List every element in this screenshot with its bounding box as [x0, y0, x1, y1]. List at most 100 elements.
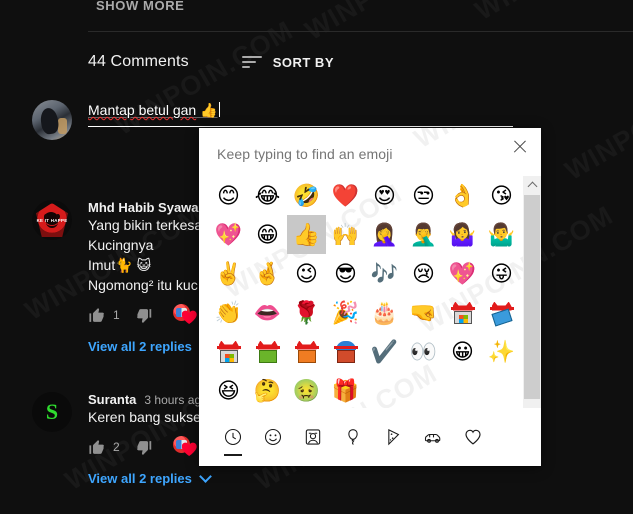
emoji-cell[interactable]: 🤢 — [287, 371, 326, 410]
thumbs-down-icon[interactable] — [136, 439, 153, 456]
comment-actions: 2 — [88, 436, 210, 458]
emoji-cell[interactable]: 😍 — [365, 176, 404, 215]
pizza-icon — [383, 427, 403, 447]
clock-icon — [223, 427, 243, 447]
emoji-cell[interactable]: 👄 — [248, 293, 287, 332]
emoji-cell-ninjacat[interactable] — [287, 332, 326, 371]
thumbs-up-icon[interactable] — [88, 307, 105, 324]
emoji-tab-food[interactable] — [373, 417, 413, 457]
emoji-cell[interactable]: ✨ — [482, 332, 521, 371]
emoji-cell[interactable]: 🤜 — [404, 293, 443, 332]
emoji-cell[interactable]: 🎂 — [365, 293, 404, 332]
avatar[interactable]: S — [32, 392, 72, 432]
emoji-cell[interactable]: 👏 — [209, 293, 248, 332]
emoji-cell[interactable]: 😀 — [443, 332, 482, 371]
emoji-tab-smileys[interactable] — [253, 417, 293, 457]
smiley-icon — [263, 427, 283, 447]
comment-text-line: Keren bang sukse — [88, 409, 201, 425]
sort-by-label: SORT BY — [272, 54, 334, 70]
emoji-cell-ninjacat[interactable] — [209, 332, 248, 371]
emoji-cell[interactable]: ✔️ — [365, 332, 404, 371]
comment-meta: Suranta 3 hours ago — [88, 392, 210, 407]
emoji-cell[interactable]: 🤞 — [248, 254, 287, 293]
emoji-cell[interactable]: 😁 — [248, 215, 287, 254]
emoji-cell[interactable]: 😢 — [404, 254, 443, 293]
creator-heart-icon[interactable] — [172, 304, 199, 326]
scrollbar-thumb[interactable] — [524, 195, 540, 399]
emoji-cell-selected[interactable]: 👍 — [287, 215, 326, 254]
emoji-cell[interactable]: 🤷‍♀️ — [443, 215, 482, 254]
emoji-cell[interactable]: 😂 — [248, 176, 287, 215]
panel-bottom-edge — [199, 466, 541, 467]
emoji-cell-ninjacat[interactable] — [443, 293, 482, 332]
comment-meta: Mhd Habib Syawal — [88, 200, 202, 215]
emoji-cell-ninjacat[interactable] — [326, 332, 365, 371]
emoji-cell[interactable]: 🤦‍♀️ — [365, 215, 404, 254]
emoji-cell[interactable]: 🤣 — [287, 176, 326, 215]
comment-author[interactable]: Mhd Habib Syawal — [88, 200, 202, 215]
chevron-up-icon[interactable] — [523, 176, 541, 193]
comment-input[interactable]: Mantap betul gan 👍 — [88, 100, 513, 124]
emoji-cell[interactable]: 🎁 — [326, 371, 365, 410]
close-icon[interactable] — [509, 136, 531, 158]
emoji-cell[interactable]: 😊 — [209, 176, 248, 215]
comment-input-text: Mantap betul gan — [88, 102, 197, 118]
emoji-cell-ninjacat[interactable] — [482, 293, 521, 332]
comment-text-line: Kucingnya — [88, 237, 154, 253]
balloon-icon — [343, 427, 363, 447]
emoji-cell[interactable]: ✌️ — [209, 254, 248, 293]
emoji-search-hint: Keep typing to find an emoji — [217, 146, 393, 162]
comment-item: KE IT HAPPE Mhd Habib Syawal Yang bikin … — [32, 200, 202, 354]
emoji-cell[interactable]: 🎶 — [365, 254, 404, 293]
emoji-cell[interactable]: 😜 — [482, 254, 521, 293]
emoji-cell[interactable]: 🌹 — [287, 293, 326, 332]
emoji-cell-ninjacat[interactable] — [248, 332, 287, 371]
creator-heart-icon[interactable] — [172, 436, 199, 458]
emoji-tab-symbols[interactable] — [453, 417, 493, 457]
emoji-cell[interactable]: 😆 — [209, 371, 248, 410]
section-divider — [88, 31, 633, 32]
comment-text-line: Yang bikin terkesa — [88, 217, 203, 233]
watermark: WINPOIN.COM — [560, 60, 633, 187]
emoji-tab-celebration[interactable] — [333, 417, 373, 457]
thumbs-down-icon[interactable] — [136, 307, 153, 324]
emoji-tab-recently-used[interactable] — [213, 417, 253, 457]
emoji-cell[interactable]: 👌 — [443, 176, 482, 215]
avatar-initial: S — [45, 399, 59, 424]
view-replies-button[interactable]: View all 2 replies — [88, 470, 212, 486]
comment-author[interactable]: Suranta — [88, 392, 136, 407]
person-icon — [303, 427, 323, 447]
youtube-comments-page: WINPOIN.COM WINPOIN.COM WINPOIN.COM WINP… — [0, 0, 633, 514]
emoji-cell[interactable]: 💖 — [443, 254, 482, 293]
emoji-cell[interactable]: ❤️ — [326, 176, 365, 215]
emoji-cell[interactable]: 🎉 — [326, 293, 365, 332]
emoji-category-tabs — [199, 408, 541, 466]
emoji-cell[interactable]: 😉 — [287, 254, 326, 293]
thumbs-up-icon[interactable] — [88, 439, 105, 456]
view-replies-button[interactable]: View all 2 replies — [88, 339, 202, 354]
comments-count: 44 Comments — [88, 53, 189, 70]
emoji-cell[interactable]: 🤦‍♂️ — [404, 215, 443, 254]
view-replies-label: View all 2 replies — [88, 471, 192, 486]
emoji-scrollbar[interactable] — [523, 176, 541, 438]
avatar-tag: KE IT HAPPE — [36, 218, 68, 223]
sort-by-button[interactable]: SORT BY — [241, 54, 334, 70]
avatar[interactable]: KE IT HAPPE — [32, 200, 72, 240]
show-more-button[interactable]: SHOW MORE — [96, 0, 184, 13]
emoji-cell[interactable]: 💖 — [209, 215, 248, 254]
emoji-tab-people[interactable] — [293, 417, 333, 457]
emoji-cell[interactable]: 🤷‍♂️ — [482, 215, 521, 254]
emoji-cell[interactable]: 😎 — [326, 254, 365, 293]
input-underline — [88, 126, 513, 127]
emoji-cell[interactable]: 🙌 — [326, 215, 365, 254]
emoji-cell[interactable]: 😘 — [482, 176, 521, 215]
comment-item: S Suranta 3 hours ago Keren bang sukse 2 — [32, 392, 212, 486]
view-replies-label: View all 2 replies — [88, 339, 192, 354]
comment-actions: 1 — [88, 304, 202, 326]
emoji-cell[interactable]: 👀 — [404, 332, 443, 371]
emoji-cell[interactable]: 😒 — [404, 176, 443, 215]
like-count: 1 — [113, 308, 120, 322]
car-icon — [422, 427, 444, 447]
emoji-tab-transport[interactable] — [413, 417, 453, 457]
emoji-cell[interactable]: 🤔 — [248, 371, 287, 410]
